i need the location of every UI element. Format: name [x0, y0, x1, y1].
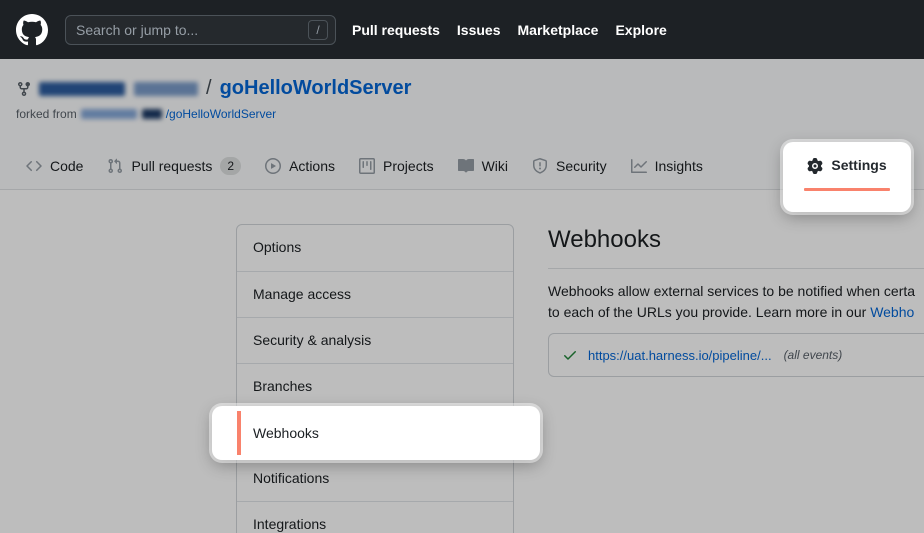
settings-sidebar: Options Manage access Security & analysi…: [236, 224, 514, 533]
webhooks-guide-link[interactable]: Webho: [870, 304, 914, 320]
sidebar-item-manage-access[interactable]: Manage access: [237, 271, 513, 317]
project-icon: [359, 158, 375, 174]
gear-icon: [807, 158, 823, 174]
description-line-1: Webhooks allow external services to be n…: [548, 283, 915, 299]
search-input[interactable]: Search or jump to... /: [65, 15, 336, 45]
sidebar-item-notifications[interactable]: Notifications: [237, 455, 513, 501]
tab-label: Insights: [655, 158, 703, 174]
redacted-owner-name: [39, 82, 125, 96]
shield-icon: [532, 158, 548, 174]
sidebar-item-webhooks[interactable]: Webhooks: [237, 409, 513, 455]
book-icon: [458, 158, 474, 174]
webhook-events: (all events): [784, 348, 843, 362]
nav-pull-requests[interactable]: Pull requests: [352, 22, 440, 38]
description-line-2: to each of the URLs you provide. Learn m…: [548, 304, 870, 320]
tab-code[interactable]: Code: [14, 143, 95, 189]
sidebar-item-security-analysis[interactable]: Security & analysis: [237, 317, 513, 363]
sidebar-item-label: Notifications: [253, 470, 329, 486]
tab-actions[interactable]: Actions: [253, 143, 347, 189]
webhooks-description: Webhooks allow external services to be n…: [548, 281, 924, 323]
divider: [548, 268, 924, 269]
tab-label: Settings: [831, 157, 886, 173]
tab-label: Wiki: [482, 158, 508, 174]
tab-label: Security: [556, 158, 607, 174]
webhooks-highlight[interactable]: Webhooks: [212, 406, 540, 460]
webhook-list-item: https://uat.harness.io/pipeline/... (all…: [548, 333, 924, 377]
tab-label: Projects: [383, 158, 434, 174]
breadcrumb-separator: /: [206, 77, 212, 100]
github-mark-icon: [16, 14, 48, 46]
repo-name-link[interactable]: goHelloWorldServer: [220, 77, 412, 100]
tab-projects[interactable]: Projects: [347, 143, 446, 189]
pull-requests-count-badge: 2: [220, 157, 241, 175]
github-logo-link[interactable]: [16, 14, 48, 46]
settings-content: Options Manage access Security & analysi…: [0, 190, 924, 533]
tab-wiki[interactable]: Wiki: [446, 143, 520, 189]
redacted-upstream-owner: [81, 109, 137, 119]
forked-from-line: forked from /goHelloWorldServer: [16, 107, 908, 121]
webhooks-panel: Webhooks Webhooks allow external service…: [548, 226, 924, 377]
nav-issues[interactable]: Issues: [457, 22, 501, 38]
nav-marketplace[interactable]: Marketplace: [518, 22, 599, 38]
code-icon: [26, 158, 42, 174]
slash-key-hint: /: [308, 20, 328, 40]
github-repo-settings-screen: Search or jump to... / Pull requests Iss…: [0, 0, 924, 533]
repo-header: / goHelloWorldServer forked from /goHell…: [0, 59, 924, 143]
tab-pull-requests[interactable]: Pull requests 2: [95, 143, 253, 189]
repo-tab-bar: Code Pull requests 2 Actions Projects Wi…: [0, 143, 924, 190]
github-header: Search or jump to... / Pull requests Iss…: [0, 0, 924, 59]
sidebar-item-integrations[interactable]: Integrations: [237, 501, 513, 533]
redacted-upstream-owner-2: [142, 109, 162, 119]
forked-from-label: forked from: [16, 107, 77, 121]
play-icon: [265, 158, 281, 174]
tab-label: Code: [50, 158, 83, 174]
sidebar-item-options[interactable]: Options: [237, 225, 513, 271]
upstream-repo-link[interactable]: /goHelloWorldServer: [166, 107, 277, 121]
repo-forked-icon: [16, 81, 32, 97]
sidebar-item-label: Security & analysis: [253, 332, 371, 348]
sidebar-item-label: Options: [253, 239, 301, 255]
search-placeholder: Search or jump to...: [76, 22, 198, 38]
tab-security[interactable]: Security: [520, 143, 619, 189]
header-nav: Pull requests Issues Marketplace Explore: [352, 22, 667, 38]
sidebar-item-label: Branches: [253, 378, 312, 394]
selected-tab-underline: [804, 188, 890, 191]
check-icon: [562, 347, 578, 363]
sidebar-item-label: Manage access: [253, 286, 351, 302]
tab-label: Pull requests: [131, 158, 212, 174]
page-body: / goHelloWorldServer forked from /goHell…: [0, 59, 924, 533]
tab-label: Actions: [289, 158, 335, 174]
repo-breadcrumb: / goHelloWorldServer: [16, 77, 908, 100]
sidebar-item-label: Webhooks: [253, 406, 319, 460]
tab-settings[interactable]: Settings: [783, 142, 911, 212]
redacted-owner-name-2: [134, 82, 198, 96]
selected-item-accent-bar: [237, 411, 241, 455]
pull-request-icon: [107, 158, 123, 174]
nav-explore[interactable]: Explore: [615, 22, 666, 38]
tab-insights[interactable]: Insights: [619, 143, 715, 189]
page-title: Webhooks: [548, 226, 924, 254]
graph-icon: [631, 158, 647, 174]
sidebar-item-label: Integrations: [253, 516, 326, 532]
webhook-url-link[interactable]: https://uat.harness.io/pipeline/...: [588, 348, 772, 363]
sidebar-item-branches[interactable]: Branches: [237, 363, 513, 409]
